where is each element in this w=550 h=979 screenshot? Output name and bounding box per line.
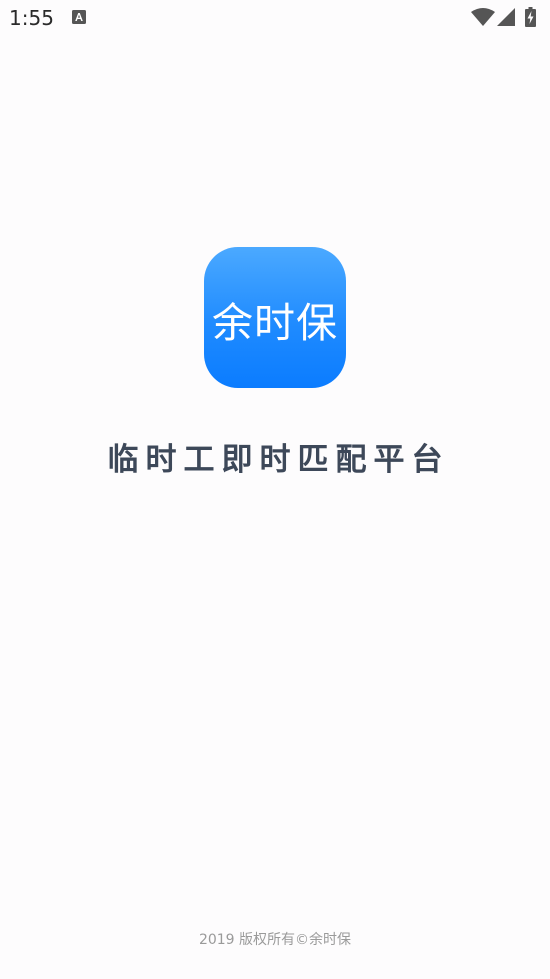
status-time: 1:55 <box>9 6 54 30</box>
copyright-footer: 2019 版权所有©余时保 <box>198 932 352 948</box>
wifi-icon <box>471 8 495 26</box>
battery-charging-icon <box>525 7 536 27</box>
app-logo: 余时保 <box>204 247 346 388</box>
app-tagline: 临时工即时匹配平台 <box>107 442 450 478</box>
notification-a-icon <box>72 10 86 24</box>
signal-icon <box>497 8 515 26</box>
status-bar: 1:55 <box>0 0 550 36</box>
app-logo-text: 余时保 <box>212 298 338 347</box>
